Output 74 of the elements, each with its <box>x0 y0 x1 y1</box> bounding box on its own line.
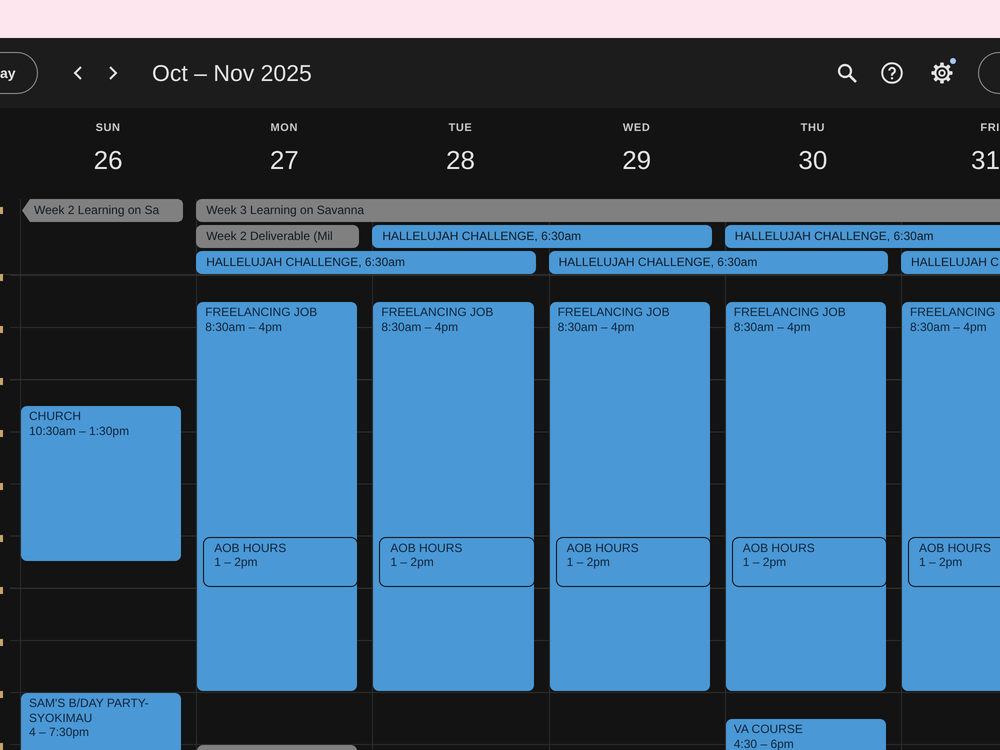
event-card[interactable]: AOB HOURS 1 – 2pm <box>556 536 711 587</box>
date-range-title: Oct – Nov 2025 <box>152 60 312 86</box>
event-time: 1 – 2pm <box>214 555 259 570</box>
event-time: 1 – 2pm <box>390 555 435 570</box>
event-title: AOB HOURS <box>390 540 464 556</box>
hour-marker <box>0 326 3 334</box>
help-icon[interactable] <box>881 62 903 84</box>
day-number[interactable]: 27 <box>270 144 299 176</box>
event-title: AOB HOURS <box>918 540 992 556</box>
event-title: FREELANCING JOB <box>734 305 847 320</box>
settings-icon[interactable] <box>931 62 953 84</box>
event-chip[interactable]: HALLELUJAH C <box>900 251 1000 274</box>
event-time: 8:30am – 4pm <box>205 320 283 334</box>
day-name: SUN <box>96 121 121 135</box>
hour-marker <box>0 378 3 386</box>
event-card[interactable] <box>197 745 358 750</box>
event-time: 8:30am – 4pm <box>910 320 988 334</box>
hour-marker <box>0 534 3 542</box>
event-card[interactable]: SAM'S B/DAY PARTY-SYOKIMAU 4 – 7:30pm <box>21 693 182 750</box>
event-time: 1 – 2pm <box>566 555 611 570</box>
event-time: 1 – 2pm <box>742 555 788 570</box>
chevron-right-icon[interactable] <box>108 66 118 80</box>
hour-marker <box>0 638 3 646</box>
event-title: FREELANCING <box>910 305 992 320</box>
day-number[interactable]: 29 <box>622 144 652 176</box>
event-card[interactable]: CHURCH 10:30am – 1:30pm <box>21 406 182 561</box>
event-title: SAM'S B/DAY PARTY-SYOKIMAU <box>29 696 150 725</box>
event-chip[interactable]: HALLELUJAH CHALLENGE, 6:30am <box>372 225 712 248</box>
day-name: TUE <box>448 121 472 135</box>
event-time: 1 – 2pm <box>918 555 964 570</box>
day-name: MON <box>270 121 298 135</box>
hour-marker <box>0 274 3 281</box>
today-button[interactable]: ay <box>0 52 38 94</box>
hour-marker <box>0 482 3 490</box>
day-number[interactable]: 30 <box>798 144 828 176</box>
hour-marker <box>0 691 3 698</box>
event-time: 4:30 – 6pm <box>734 736 795 750</box>
event-chip[interactable]: HALLELUJAH CHALLENGE, 6:30am <box>548 251 888 274</box>
event-card[interactable]: AOB HOURS 1 – 2pm <box>732 536 887 587</box>
event-time: 10:30am – 1:30pm <box>29 424 130 438</box>
event-title: FREELANCING JOB <box>205 305 318 320</box>
day-number[interactable]: 28 <box>446 144 475 176</box>
view-switcher-button[interactable] <box>978 52 1000 94</box>
event-time: 8:30am – 4pm <box>734 320 812 334</box>
event-card[interactable]: VA COURSE 4:30 – 6pm <box>726 719 886 750</box>
event-chip[interactable]: Week 3 Learning on Savanna <box>196 199 1000 222</box>
chevron-left-icon[interactable] <box>73 66 83 80</box>
search-icon[interactable] <box>837 63 857 83</box>
day-number[interactable]: 31 <box>971 144 1000 176</box>
event-title: AOB HOURS <box>214 540 288 556</box>
hour-marker <box>0 586 3 594</box>
event-card[interactable]: AOB HOURS 1 – 2pm <box>908 536 1000 587</box>
day-name: THU <box>800 121 826 135</box>
event-time: 4 – 7:30pm <box>29 725 90 740</box>
event-time: 8:30am – 4pm <box>558 320 636 334</box>
event-title: FREELANCING JOB <box>381 305 494 320</box>
event-title: VA COURSE <box>734 722 804 737</box>
event-title: FREELANCING JOB <box>558 305 671 320</box>
event-card[interactable]: AOB HOURS 1 – 2pm <box>379 536 535 587</box>
hour-marker <box>0 207 3 214</box>
event-chip[interactable]: HALLELUJAH CHALLENGE, 6:30am <box>724 225 1000 248</box>
event-title: AOB HOURS <box>742 540 816 556</box>
hour-marker <box>0 743 3 750</box>
event-title: CHURCH <box>29 409 82 424</box>
day-number[interactable]: 26 <box>94 144 123 176</box>
event-card[interactable]: AOB HOURS 1 – 2pm <box>203 536 358 587</box>
hour-marker <box>0 430 3 438</box>
event-time: 8:30am – 4pm <box>381 320 460 334</box>
event-title: AOB HOURS <box>566 540 640 556</box>
event-chip[interactable]: HALLELUJAH CHALLENGE, 6:30am <box>196 251 536 274</box>
day-name: FRI <box>980 121 1000 135</box>
event-chip[interactable]: Week 2 Deliverable (Mil <box>196 225 360 248</box>
event-chip[interactable]: Week 2 Learning on Sa <box>22 199 184 222</box>
day-name: WED <box>622 121 650 135</box>
